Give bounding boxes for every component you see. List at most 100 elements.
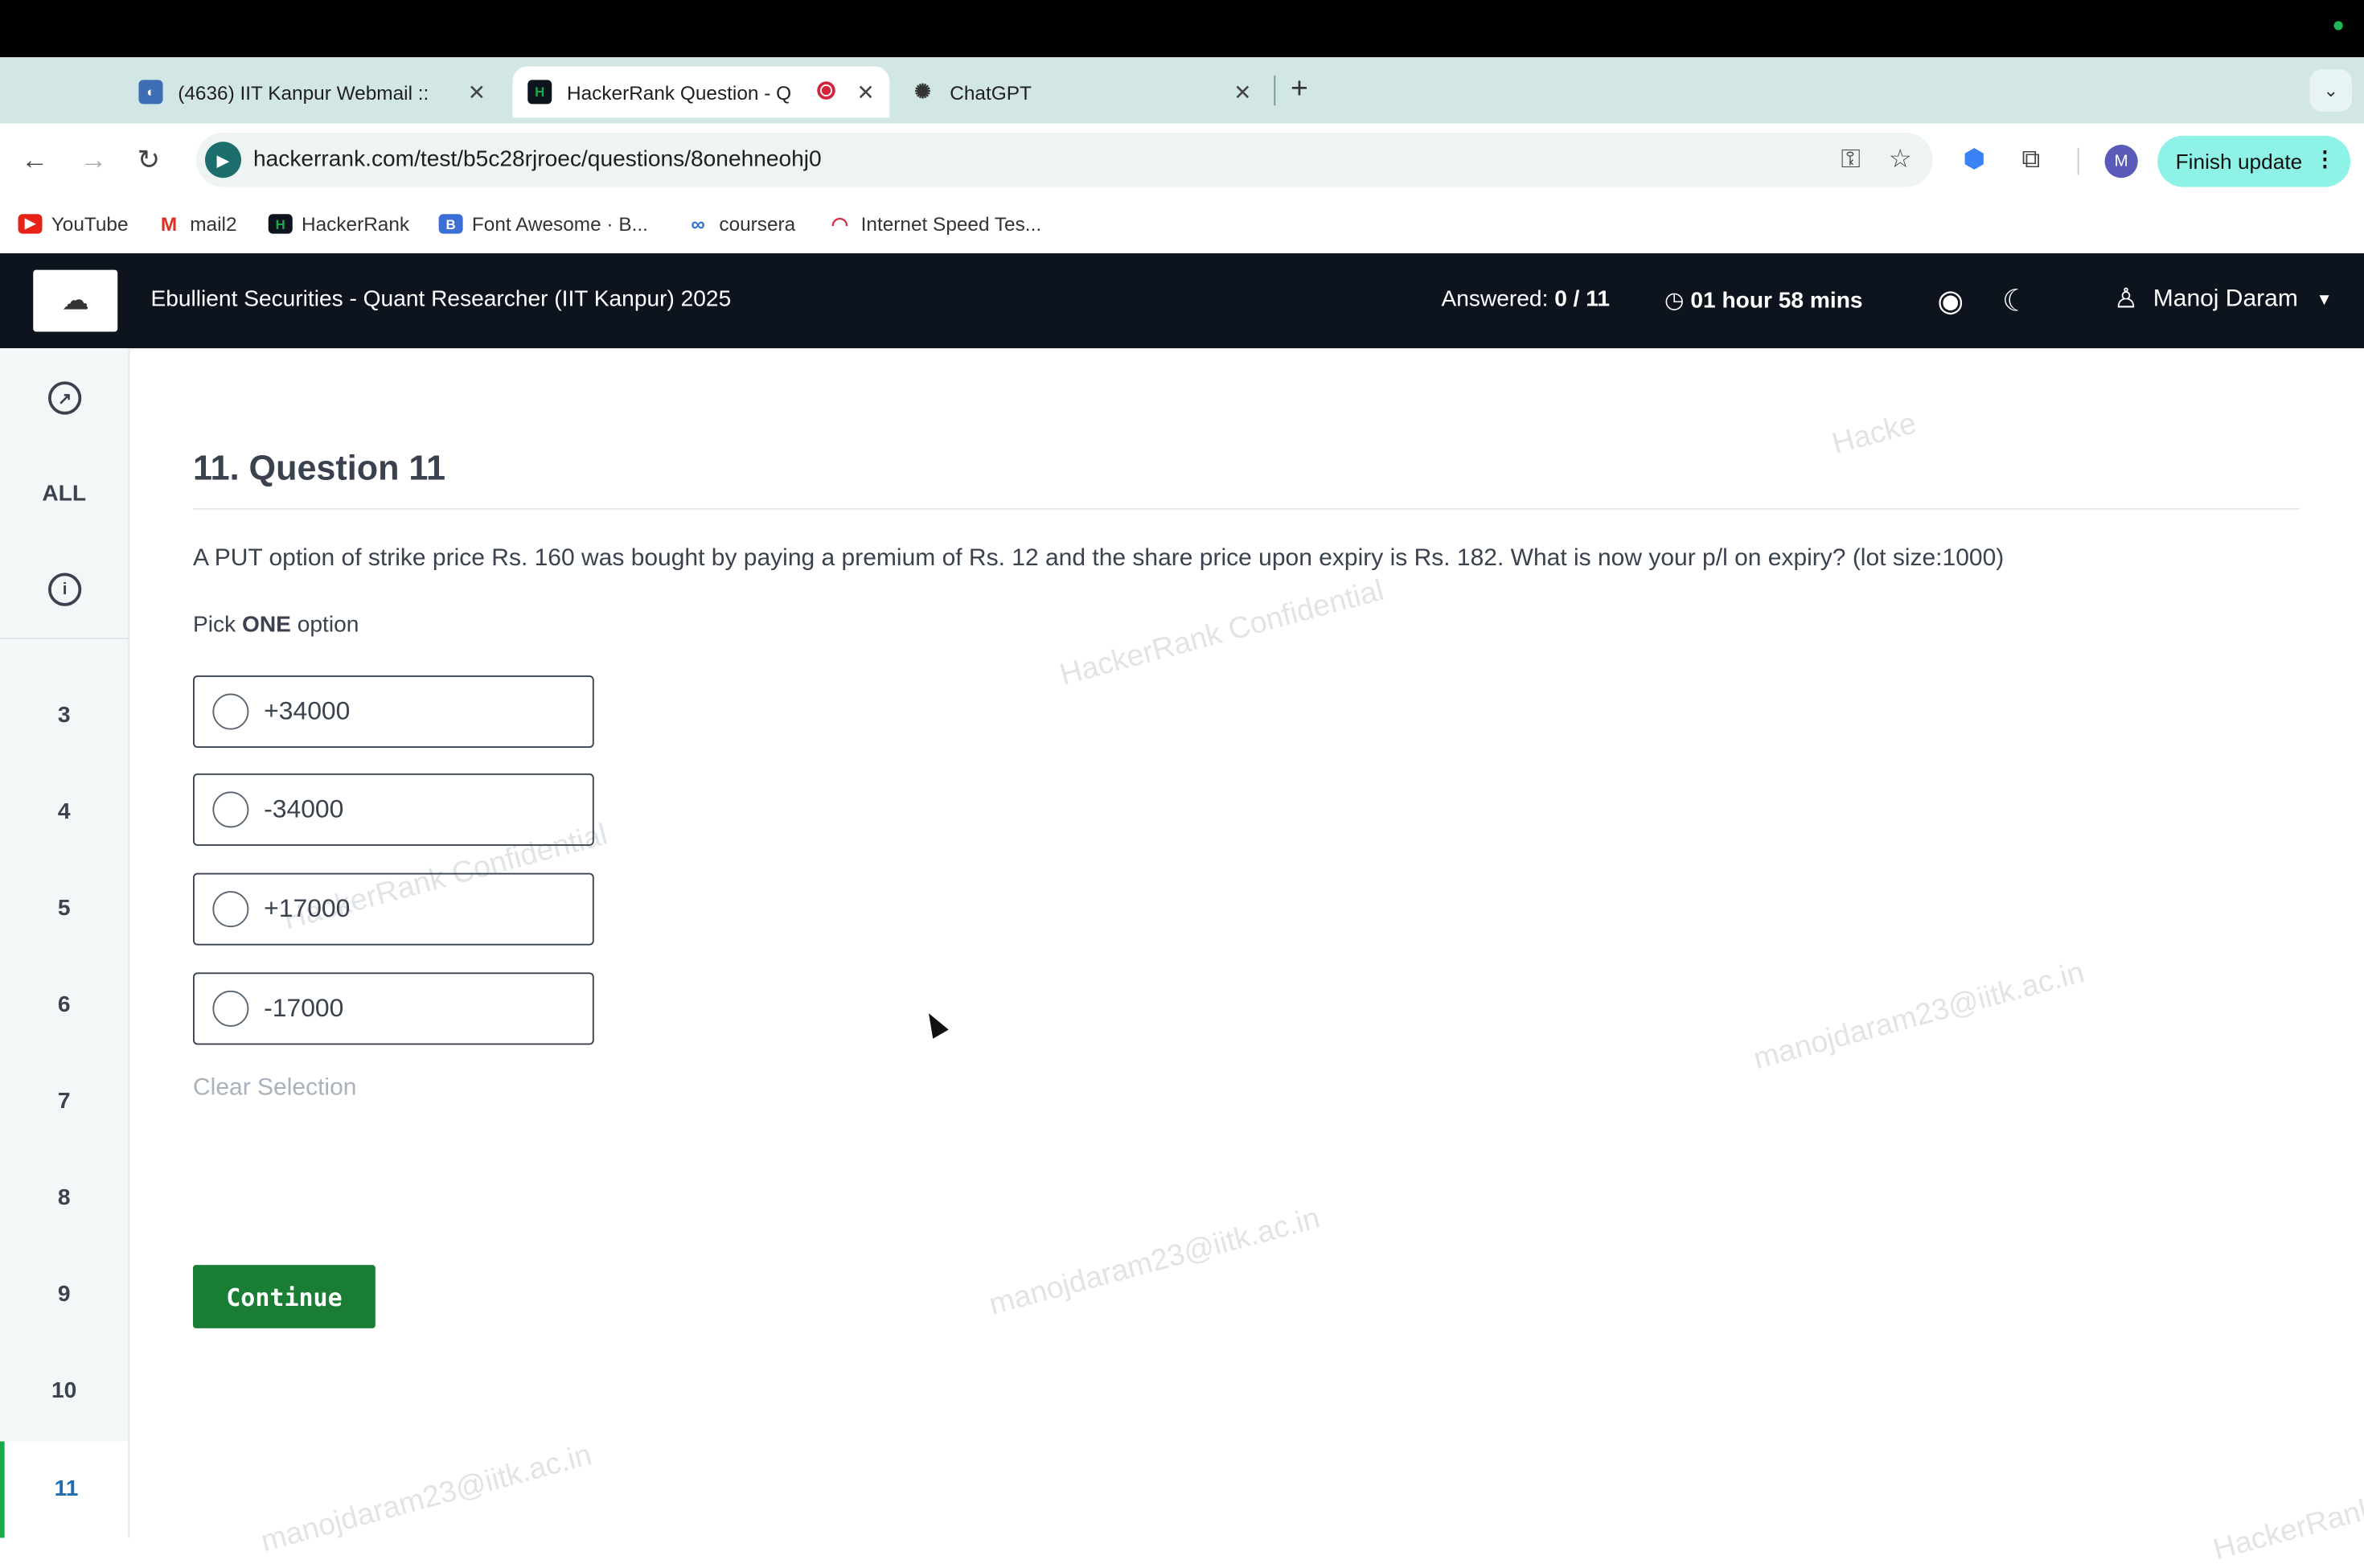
tab-hackerrank[interactable]: H HackerRank Question - Q ✕	[512, 66, 890, 118]
sidebar-item-10[interactable]: 10	[0, 1378, 128, 1404]
timer-value: 01 hour 58 mins	[1690, 288, 1863, 314]
question-sidebar: ↗ ALL i 3 4 5 6 7 8 9 10 11	[0, 348, 130, 1538]
tab-separator	[1274, 75, 1276, 106]
option-2[interactable]: -34000	[193, 773, 594, 846]
sidebar-item-all[interactable]: ALL	[0, 481, 128, 507]
question-text: A PUT option of strike price Rs. 160 was…	[193, 545, 2005, 572]
sidebar-divider	[0, 638, 129, 639]
gmail-icon: M	[160, 212, 178, 236]
bookmark-label: Font Awesome · B...	[471, 212, 648, 236]
answered-value: 0 / 11	[1554, 286, 1611, 313]
tab-title: HackerRank Question - Q	[567, 80, 792, 104]
pick-instruction: Pick ONE option	[193, 612, 359, 638]
user-menu[interactable]: ♙ Manoj Daram ▼	[2114, 284, 2333, 315]
sidebar-item-3[interactable]: 3	[0, 703, 128, 729]
radio-button[interactable]	[212, 990, 249, 1027]
test-header: ☁ Ebullient Securities - Quant Researche…	[0, 253, 2364, 349]
profile-avatar[interactable]: M	[2104, 145, 2138, 179]
new-tab-icon[interactable]: +	[1291, 72, 1308, 107]
forward-icon[interactable]: →	[80, 145, 107, 176]
address-bar[interactable]: ▶ hackerrank.com/test/b5c28rjroec/questi…	[195, 133, 1933, 187]
bookmark-speedtest[interactable]: ◠ Internet Speed Tes...	[827, 211, 1041, 235]
bookmark-font-awesome[interactable]: B Font Awesome · B...	[438, 212, 648, 236]
recording-icon	[817, 81, 835, 100]
radio-button[interactable]	[212, 693, 249, 730]
option-label: +17000	[264, 893, 351, 923]
sidebar-item-11[interactable]: 11	[0, 1441, 129, 1538]
sidebar-item-4[interactable]: 4	[0, 799, 128, 825]
reload-icon[interactable]: ↻	[137, 145, 160, 176]
bookmark-hackerrank[interactable]: H HackerRank	[268, 212, 410, 236]
bookmark-mail2[interactable]: Mmail2	[157, 212, 237, 235]
sidebar-item-5[interactable]: 5	[0, 896, 128, 922]
coursera-icon: ∞	[691, 212, 705, 236]
pick-prefix: Pick	[193, 612, 242, 638]
test-name: Ebullient Securities - Quant Researcher …	[150, 286, 732, 313]
watermark: manojdaram23@iitk.ac.in	[1750, 956, 2088, 1077]
tab-title: ChatGPT	[950, 80, 1032, 104]
close-icon[interactable]: ✕	[1233, 80, 1251, 105]
back-icon[interactable]: ←	[21, 145, 48, 176]
key-icon[interactable]: ⚿	[1841, 145, 1860, 175]
speedtest-icon: ◠	[831, 211, 849, 235]
youtube-icon: ▶	[18, 214, 43, 234]
sidebar-item-9[interactable]: 9	[0, 1282, 128, 1307]
bookmark-label: YouTube	[51, 212, 129, 236]
clock-icon: ◷	[1664, 288, 1685, 314]
chatgpt-icon: ✺	[914, 80, 931, 103]
info-icon[interactable]: i	[48, 573, 82, 606]
option-label: -17000	[264, 993, 344, 1023]
option-3[interactable]: +17000	[193, 872, 594, 946]
eye-icon[interactable]: ◉	[1937, 282, 1964, 320]
radio-button[interactable]	[212, 791, 249, 828]
watermark: manojdaram23@iitk.ac.in	[257, 1439, 596, 1559]
hackerrank-icon: H	[268, 214, 293, 234]
question-panel: Hacke HackerRank Confidential HackerRank…	[128, 348, 2364, 1567]
tab-strip: ◐ (4636) IIT Kanpur Webmail :: ✕ H Hacke…	[0, 57, 2364, 124]
sidebar-item-7[interactable]: 7	[0, 1089, 128, 1114]
compass-icon[interactable]: ↗	[48, 381, 82, 415]
close-icon[interactable]: ✕	[856, 80, 874, 105]
status-dot	[2333, 21, 2343, 31]
dark-mode-icon[interactable]: ☾	[2002, 282, 2030, 320]
star-icon[interactable]: ☆	[1889, 145, 1912, 175]
continue-button[interactable]: Continue	[193, 1265, 376, 1328]
bookmark-coursera[interactable]: ∞ coursera	[686, 212, 795, 235]
answered-label: Answered:	[1441, 286, 1549, 313]
url-text: hackerrank.com/test/b5c28rjroec/question…	[253, 146, 822, 172]
watermark: manojdaram23@iitk.ac.in	[986, 1201, 1324, 1323]
bookmark-youtube[interactable]: ▶ YouTube	[18, 212, 129, 236]
bookmarks-bar: ▶ YouTube Mmail2 H HackerRank B Font Awesom…	[0, 199, 2364, 253]
browser-toolbar: ← → ↻ ▶ hackerrank.com/test/b5c28rjroec/…	[0, 123, 2364, 199]
tab-webmail[interactable]: ◐ (4636) IIT Kanpur Webmail :: ✕	[138, 67, 501, 118]
question-title: 11. Question 11	[193, 447, 446, 487]
user-icon: ♙	[2113, 283, 2139, 314]
camera-icon: ▶	[205, 142, 241, 179]
option-label: +34000	[264, 696, 351, 725]
finish-update-button[interactable]: Finish update ⋮	[2157, 135, 2351, 187]
sidebar-item-8[interactable]: 8	[0, 1185, 128, 1211]
company-logo: ☁	[33, 269, 118, 332]
tab-chatgpt[interactable]: ✺ ChatGPT ✕	[911, 67, 1267, 118]
puzzle-icon[interactable]: ⧉	[2021, 145, 2040, 175]
bookmark-label: HackerRank	[302, 212, 410, 236]
option-1[interactable]: +34000	[193, 675, 594, 748]
pick-suffix: option	[290, 612, 359, 638]
bookmark-label: mail2	[190, 212, 237, 236]
radio-button[interactable]	[212, 891, 249, 928]
hackerrank-icon: H	[527, 80, 552, 105]
timer: ◷ 01 hour 58 mins	[1664, 286, 1863, 314]
bootstrap-icon: B	[438, 214, 463, 234]
os-top-bar	[0, 0, 2364, 58]
webmail-icon: ◐	[138, 80, 163, 105]
clear-selection-link[interactable]: Clear Selection	[193, 1075, 356, 1102]
sidebar-item-6[interactable]: 6	[0, 992, 128, 1018]
watermark: Hacke	[1828, 407, 1920, 462]
chevron-down-icon: ▼	[2316, 289, 2333, 309]
option-4[interactable]: -17000	[193, 972, 594, 1045]
close-icon[interactable]: ✕	[468, 80, 486, 105]
title-divider	[193, 507, 2300, 510]
tab-search-icon[interactable]: ⌄	[2309, 69, 2352, 112]
extension-icon[interactable]: ⬢	[1963, 145, 1985, 175]
watermark: HackerRank Confidential	[2210, 1448, 2364, 1567]
